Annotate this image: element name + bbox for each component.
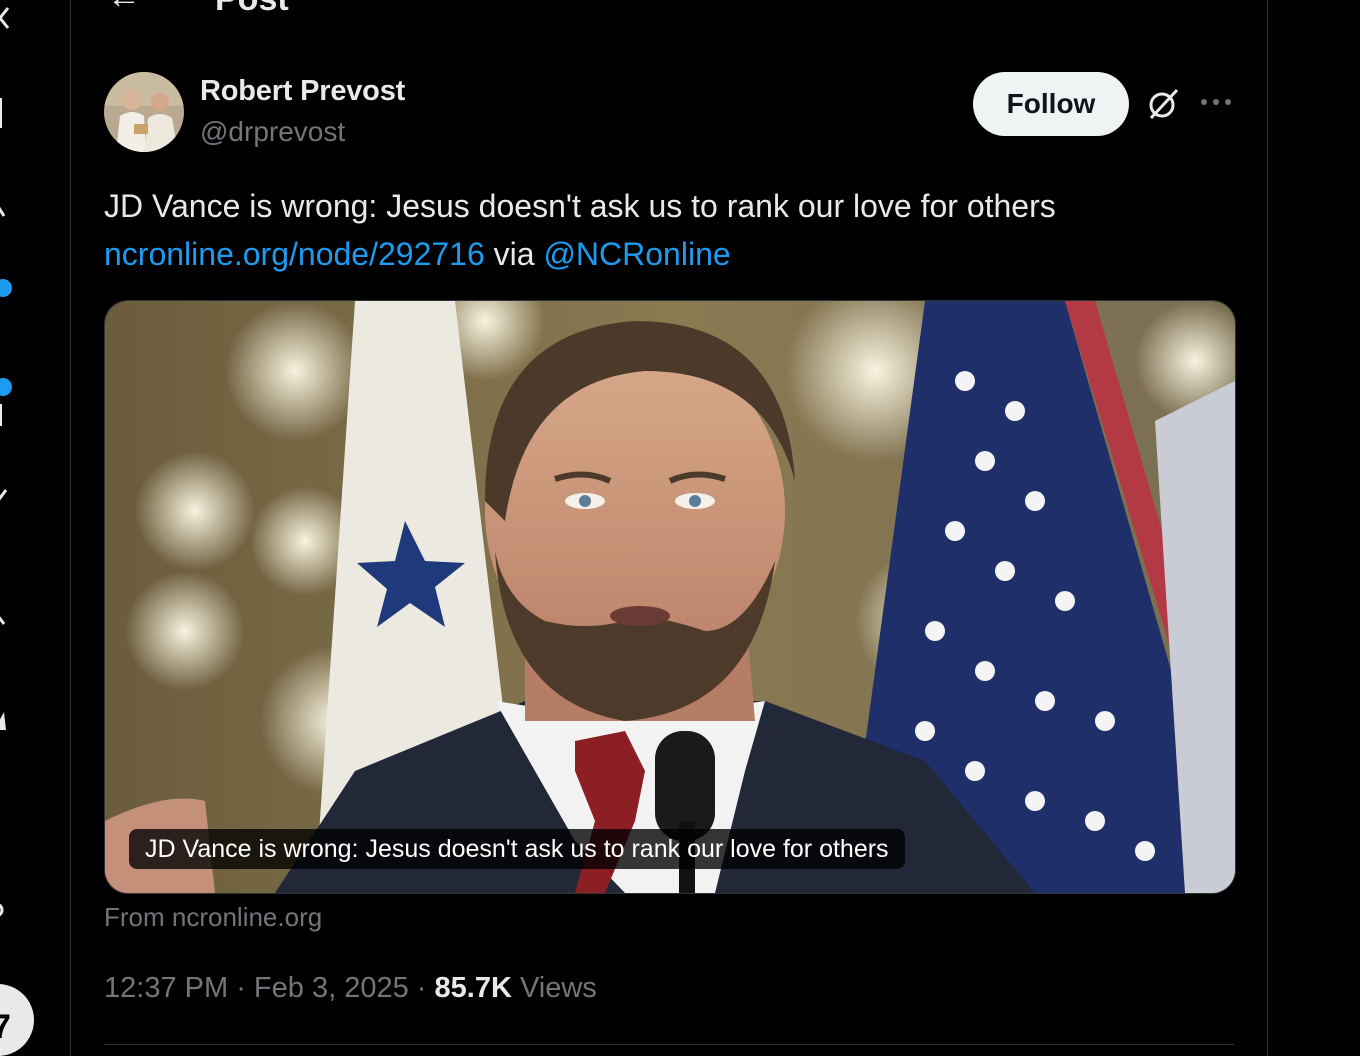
post-text-line: JD Vance is wrong: Jesus doesn't ask us … [104, 188, 1056, 224]
mention-link[interactable]: @NCRonline [543, 236, 730, 272]
card-caption: JD Vance is wrong: Jesus doesn't ask us … [129, 829, 905, 869]
post-time[interactable]: 12:37 PM [104, 972, 228, 1004]
meta-separator: · [228, 972, 254, 1004]
back-arrow-icon[interactable]: ← [107, 0, 141, 17]
premium-icon[interactable] [0, 708, 10, 732]
card-image [105, 301, 1235, 893]
more-options-icon[interactable] [1199, 96, 1233, 108]
explore-icon[interactable] [0, 196, 10, 220]
views-count: 85.7K [434, 972, 512, 1004]
grok-icon[interactable] [1145, 86, 1181, 122]
left-nav-rail: 7 [0, 0, 40, 1056]
account-avatar-initial: 7 [0, 1008, 11, 1046]
link-card[interactable]: JD Vance is wrong: Jesus doesn't ask us … [104, 300, 1236, 894]
author-handle[interactable]: @drprevost [200, 116, 345, 148]
page-title: Post [215, 0, 289, 16]
messages-badge [0, 378, 12, 396]
post-column: ← Post Robert Prevost @drprevost Follow … [70, 0, 1268, 1056]
post-text: JD Vance is wrong: Jesus doesn't ask us … [104, 182, 1224, 278]
messages-icon[interactable] [0, 400, 10, 430]
more-nav-icon[interactable] [0, 898, 10, 922]
divider [104, 1044, 1234, 1045]
communities-icon[interactable] [0, 604, 10, 628]
home-icon[interactable] [0, 96, 10, 130]
via-text: via [484, 236, 544, 272]
grok-nav-icon[interactable] [0, 486, 10, 510]
post-meta: 12:37 PM · Feb 3, 2025 · 85.7K Views [104, 972, 597, 1005]
author-name[interactable]: Robert Prevost [200, 75, 405, 108]
views-label: Views [511, 972, 597, 1004]
notification-badge [0, 279, 12, 297]
card-source[interactable]: From ncronline.org [104, 902, 322, 933]
x-logo-icon[interactable] [0, 6, 10, 30]
post-date[interactable]: Feb 3, 2025 [254, 972, 409, 1004]
article-link[interactable]: ncronline.org/node/292716 [104, 236, 485, 272]
author-avatar[interactable] [104, 72, 184, 152]
follow-button[interactable]: Follow [973, 72, 1129, 136]
meta-separator: · [408, 972, 435, 1004]
